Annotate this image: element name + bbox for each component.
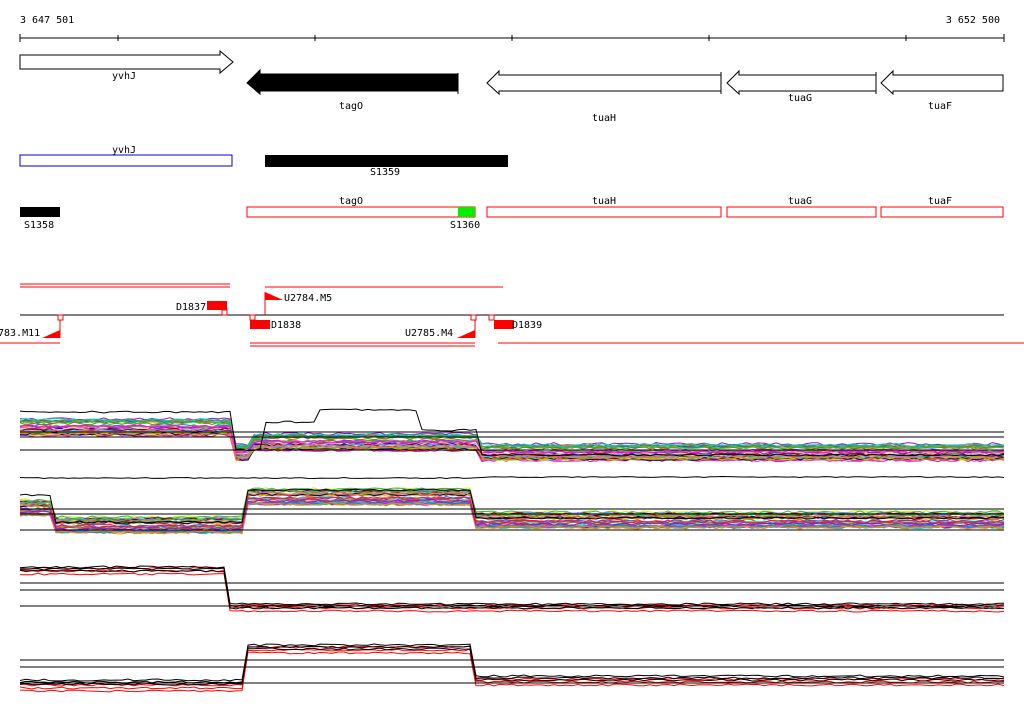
segment-label-tuaF: tuaF bbox=[928, 196, 952, 207]
gene-tagO[interactable]: tagO bbox=[246, 68, 459, 112]
feature-label-D1839: D1839 bbox=[512, 320, 542, 331]
ruler-start-label: 3 647 501 bbox=[20, 15, 74, 26]
gene-tuaG[interactable]: tuaG bbox=[726, 69, 877, 104]
gene-yvhJ[interactable]: yvhJ bbox=[19, 49, 234, 82]
feature-label-U2785: U2785.M4 bbox=[405, 328, 453, 339]
terminator-D1839[interactable] bbox=[494, 320, 514, 329]
segment-yvhJ-blue[interactable] bbox=[19, 154, 233, 167]
promoter-U2784[interactable] bbox=[265, 292, 283, 300]
segment-tuaH-red[interactable] bbox=[486, 206, 722, 218]
gene-tuaH[interactable]: tuaH bbox=[486, 69, 722, 124]
terminator-stem bbox=[57, 314, 64, 321]
terminator-stem bbox=[221, 309, 228, 316]
terminator-stem bbox=[470, 314, 477, 321]
expression-trace bbox=[19, 566, 1005, 607]
terminator-stem bbox=[488, 314, 495, 321]
annotation-track-2: yvhJ S1359 bbox=[19, 145, 508, 178]
gene-label-tagO: tagO bbox=[339, 101, 363, 112]
gene-label-tuaH: tuaH bbox=[592, 113, 616, 124]
feature-label-D1838: D1838 bbox=[271, 320, 301, 331]
gene-label-tuaF: tuaF bbox=[928, 101, 952, 112]
segment-label-tagO: tagO bbox=[339, 196, 363, 207]
segment-S1360[interactable] bbox=[458, 207, 475, 217]
genome-browser-view: 3 647 501 3 652 500 yvhJ tagO tuaH tuaG … bbox=[0, 15, 1024, 693]
gene-label-tuaG: tuaG bbox=[788, 93, 812, 104]
promoter-U2785[interactable] bbox=[457, 330, 475, 338]
expression-panel-1 bbox=[19, 408, 1005, 480]
feature-label-U2783: 783.M11 bbox=[0, 328, 40, 339]
terminator-D1837[interactable] bbox=[207, 301, 227, 310]
transcription-feature-track: D1837 U2784.M5 D1838 U2785.M4 D1839 783.… bbox=[0, 283, 1024, 347]
expression-trace bbox=[19, 643, 1005, 682]
segment-tuaG-red[interactable] bbox=[726, 206, 877, 218]
segment-tuaF-red[interactable] bbox=[880, 206, 1004, 218]
gene-arrow-tuaF[interactable] bbox=[880, 69, 1004, 96]
expression-trace bbox=[19, 645, 1005, 684]
expression-panel-4 bbox=[19, 643, 1005, 693]
expression-panel-3 bbox=[19, 565, 1005, 613]
expression-trace bbox=[19, 651, 1005, 693]
segment-label-tuaH: tuaH bbox=[592, 196, 616, 207]
gene-arrow-tuaH[interactable] bbox=[486, 69, 722, 96]
expression-trace bbox=[19, 565, 1004, 606]
segment-tagO-red[interactable] bbox=[246, 206, 476, 218]
gene-arrow-tagO[interactable] bbox=[246, 68, 459, 96]
gene-arrow-tuaG[interactable] bbox=[726, 69, 877, 96]
terminator-stem bbox=[249, 314, 256, 321]
segment-S1359[interactable] bbox=[265, 155, 508, 167]
expression-panel-2 bbox=[19, 487, 1005, 535]
expression-trace bbox=[19, 475, 1005, 480]
feature-label-D1837: D1837 bbox=[176, 302, 206, 313]
promoter-U2783[interactable] bbox=[42, 330, 60, 338]
segment-label-S1358: S1358 bbox=[24, 220, 54, 231]
segment-label-yvhJ: yvhJ bbox=[112, 145, 136, 156]
segment-label-S1359: S1359 bbox=[370, 167, 400, 178]
gene-track: yvhJ tagO tuaH tuaG tuaF bbox=[19, 49, 1004, 124]
coordinate-ruler: 3 647 501 3 652 500 bbox=[19, 15, 1005, 42]
ruler-end-label: 3 652 500 bbox=[946, 15, 1000, 26]
gene-arrow-yvhJ[interactable] bbox=[19, 49, 234, 75]
expression-trace bbox=[19, 647, 1005, 686]
gene-tuaF[interactable]: tuaF bbox=[880, 69, 1004, 112]
feature-label-U2784: U2784.M5 bbox=[284, 293, 332, 304]
segment-label-S1360: S1360 bbox=[450, 220, 480, 231]
segment-label-tuaG: tuaG bbox=[788, 196, 812, 207]
terminator-D1838[interactable] bbox=[250, 320, 270, 329]
annotation-track-3: S1358 tagO S1360 tuaH tuaG tuaF bbox=[20, 196, 1004, 231]
gene-label-yvhJ: yvhJ bbox=[112, 71, 136, 82]
segment-S1358[interactable] bbox=[20, 207, 60, 217]
